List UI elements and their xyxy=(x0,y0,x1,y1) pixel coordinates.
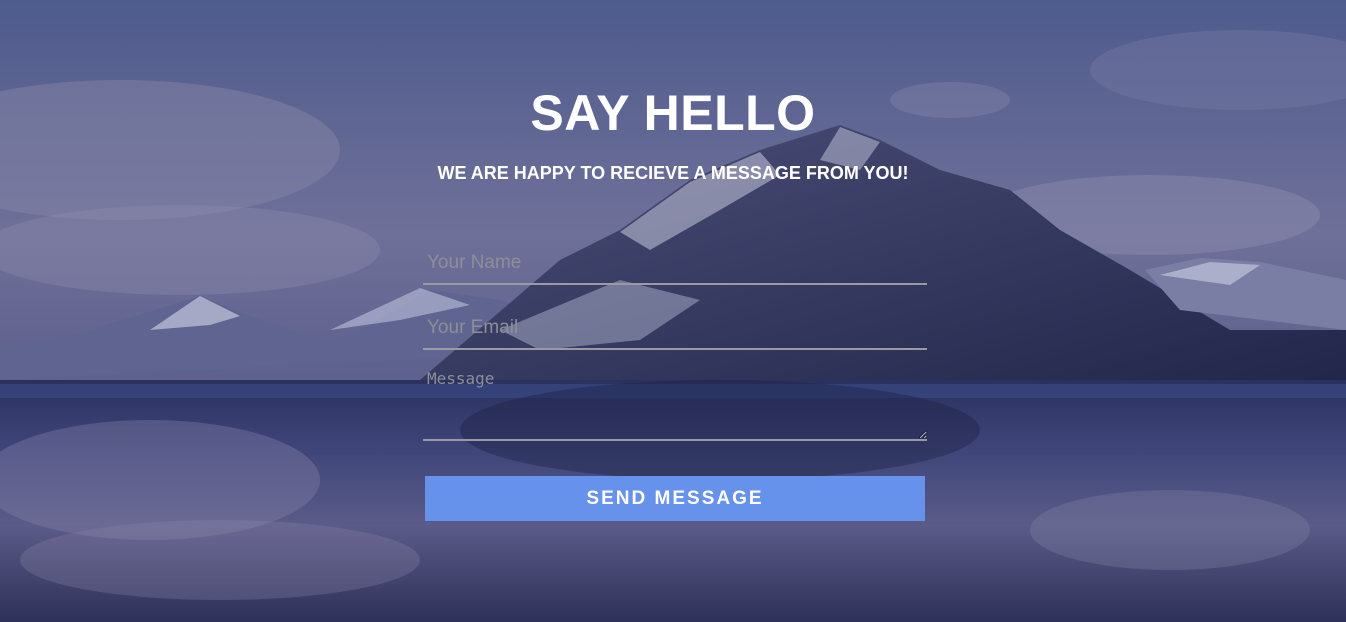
name-input[interactable] xyxy=(423,243,927,285)
message-textarea[interactable] xyxy=(423,366,927,441)
page-title: SAY HELLO xyxy=(530,85,816,141)
contact-form-container: SAY HELLO WE ARE HAPPY TO RECIEVE A MESS… xyxy=(0,0,1346,622)
email-input[interactable] xyxy=(423,308,927,350)
send-message-button[interactable]: SEND MESSAGE xyxy=(425,476,925,521)
page-subtitle: WE ARE HAPPY TO RECIEVE A MESSAGE FROM Y… xyxy=(437,163,909,183)
contact-section: SAY HELLO WE ARE HAPPY TO RECIEVE A MESS… xyxy=(0,0,1346,622)
